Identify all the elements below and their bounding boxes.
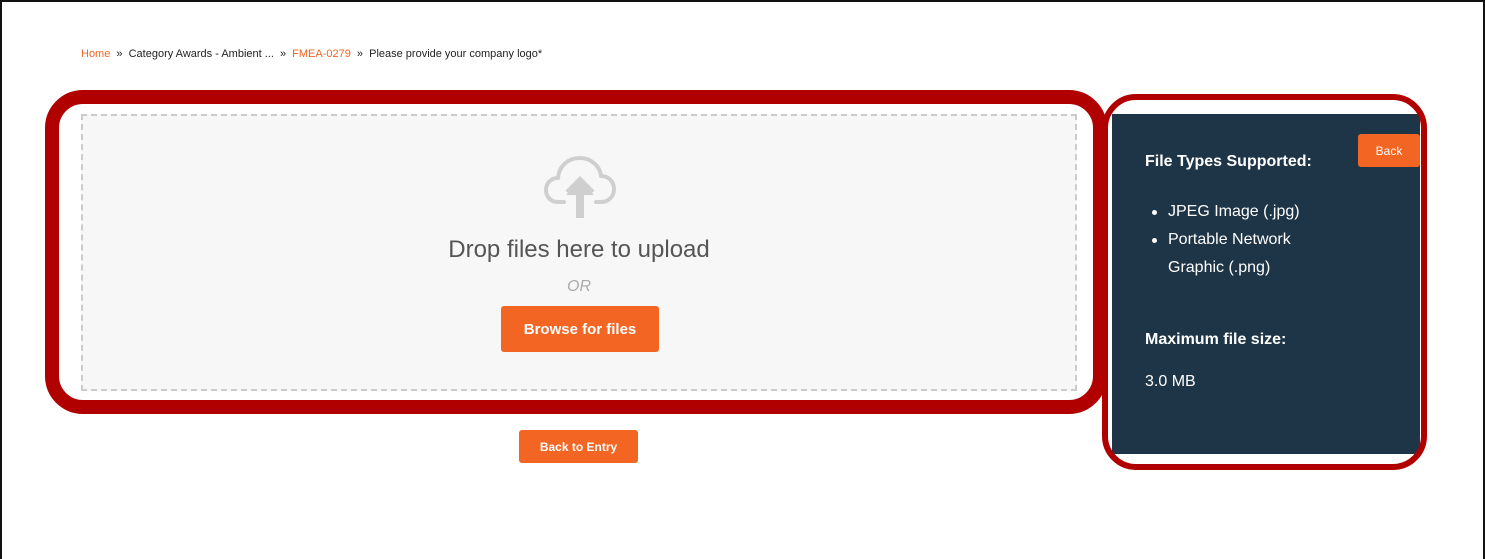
file-types-heading: File Types Supported:	[1145, 153, 1312, 170]
breadcrumb-category: Category Awards - Ambient ...	[128, 48, 274, 60]
breadcrumb-home-link[interactable]: Home	[81, 48, 110, 60]
cloud-upload-icon	[544, 152, 616, 218]
drop-files-text: Drop files here to upload	[448, 236, 710, 263]
back-button[interactable]: Back	[1358, 134, 1420, 167]
file-types-list: JPEG Image (.jpg) Portable Network Graph…	[1150, 198, 1350, 282]
breadcrumb-separator: »	[116, 48, 123, 60]
list-item: Portable Network Graphic (.png)	[1150, 226, 1350, 282]
breadcrumb-separator: »	[356, 48, 364, 60]
breadcrumb-separator: »	[279, 48, 287, 60]
file-requirements-panel: Back File Types Supported: JPEG Image (.…	[1112, 114, 1420, 454]
file-dropzone[interactable]: Drop files here to upload OR Browse for …	[81, 114, 1077, 391]
breadcrumb: Home » Category Awards - Ambient ... » F…	[81, 48, 542, 60]
or-text: OR	[567, 278, 591, 295]
page: Home » Category Awards - Ambient ... » F…	[0, 0, 1485, 559]
max-file-size-heading: Maximum file size:	[1145, 331, 1287, 348]
breadcrumb-current: Please provide your company logo*	[369, 48, 543, 60]
back-to-entry-button[interactable]: Back to Entry	[519, 430, 638, 463]
browse-files-button[interactable]: Browse for files	[501, 306, 659, 352]
breadcrumb-entry-link[interactable]: FMEA-0279	[292, 48, 351, 60]
max-file-size-value: 3.0 MB	[1145, 373, 1196, 390]
list-item: JPEG Image (.jpg)	[1150, 198, 1350, 226]
